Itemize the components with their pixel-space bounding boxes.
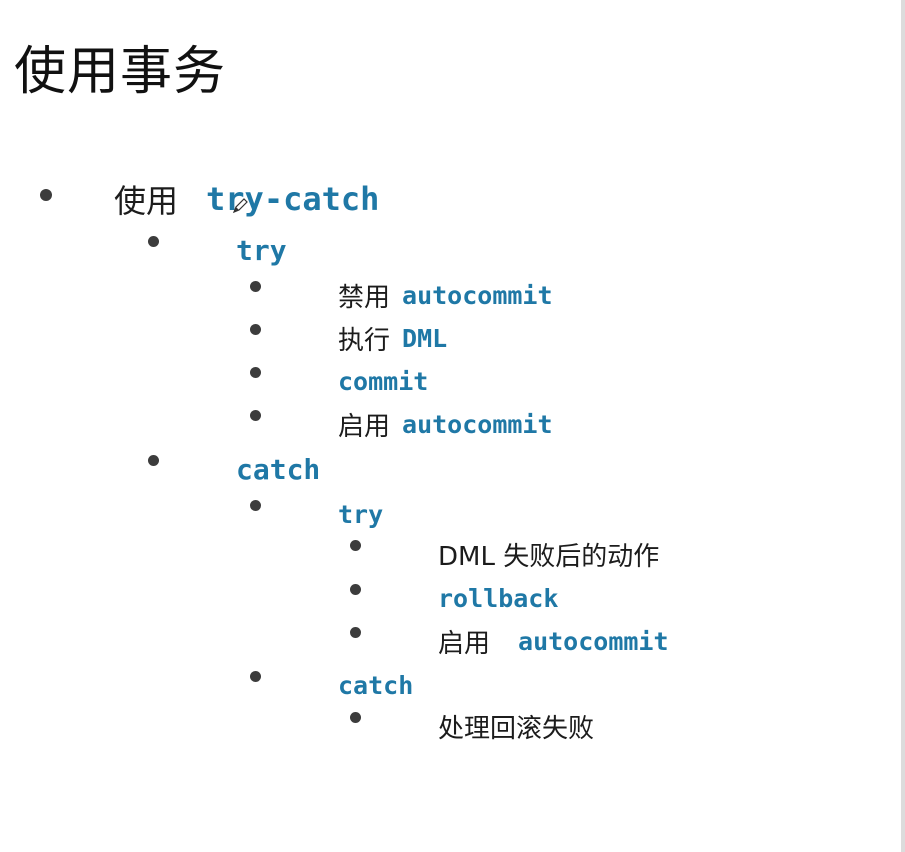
bullet-dot-icon (250, 367, 261, 378)
outline-item-code: autocommit (518, 626, 669, 656)
bullet-dot-icon (250, 500, 261, 511)
outline-item-text: 处理回滚失败 (438, 713, 595, 744)
pencil-cursor-icon (232, 198, 248, 214)
outline-item-inner-enable-autocommit: 启用 autocommit (438, 621, 669, 661)
outline-item-code: catch (338, 670, 414, 700)
outline-item-text: 禁用 (338, 282, 391, 313)
outline-item-dml-failure-action: DML 失败后的动作 (438, 534, 659, 574)
outline-item-disable-autocommit: 禁用 autocommit (338, 275, 553, 315)
outline-item-code: try (338, 499, 384, 529)
outline-item-code: autocommit (402, 409, 553, 439)
outline-item-inner-catch: catch (338, 665, 413, 705)
slide-title: 使用事务 (14, 42, 227, 102)
outline-item-text: 启用 (338, 411, 391, 442)
outline-item-handle-rollback-failure: 处理回滚失败 (438, 706, 594, 746)
outline-item-execute-dml: 执行 DML (338, 318, 447, 358)
outline-item-rollback: rollback (438, 578, 558, 618)
slide-right-edge (901, 0, 905, 852)
outline-item-code: catch (236, 452, 321, 486)
bullet-dot-icon (40, 189, 52, 201)
outline-item-commit: commit (338, 361, 428, 401)
outline-item-enable-autocommit: 启用 autocommit (338, 404, 553, 444)
bullet-dot-icon (250, 281, 261, 292)
bullet-dot-icon (250, 324, 261, 335)
outline-item-code: rollback (438, 583, 559, 613)
outline-item-try: try (236, 230, 287, 270)
outline-item-text: 执行 (338, 325, 391, 356)
outline-item-text: 使用 (114, 182, 179, 220)
outline-item-code: try (236, 233, 287, 267)
bullet-dot-icon (250, 671, 261, 682)
bullet-dot-icon (350, 584, 361, 595)
outline-item-code: commit (338, 366, 429, 396)
bullet-dot-icon (350, 540, 361, 551)
outline-item-code: DML (402, 323, 448, 353)
bullet-dot-icon (250, 410, 261, 421)
bullet-dot-icon (148, 455, 159, 466)
outline-item-inner-try: try (338, 494, 383, 534)
bullet-dot-icon (350, 712, 361, 723)
outline-item-text: 启用 (438, 628, 491, 659)
outline-item-text: DML 失败后的动作 (438, 541, 660, 572)
outline-item-catch: catch (236, 449, 320, 489)
bullet-dot-icon (350, 627, 361, 638)
bullet-dot-icon (148, 236, 159, 247)
outline-item-code: autocommit (402, 280, 553, 310)
